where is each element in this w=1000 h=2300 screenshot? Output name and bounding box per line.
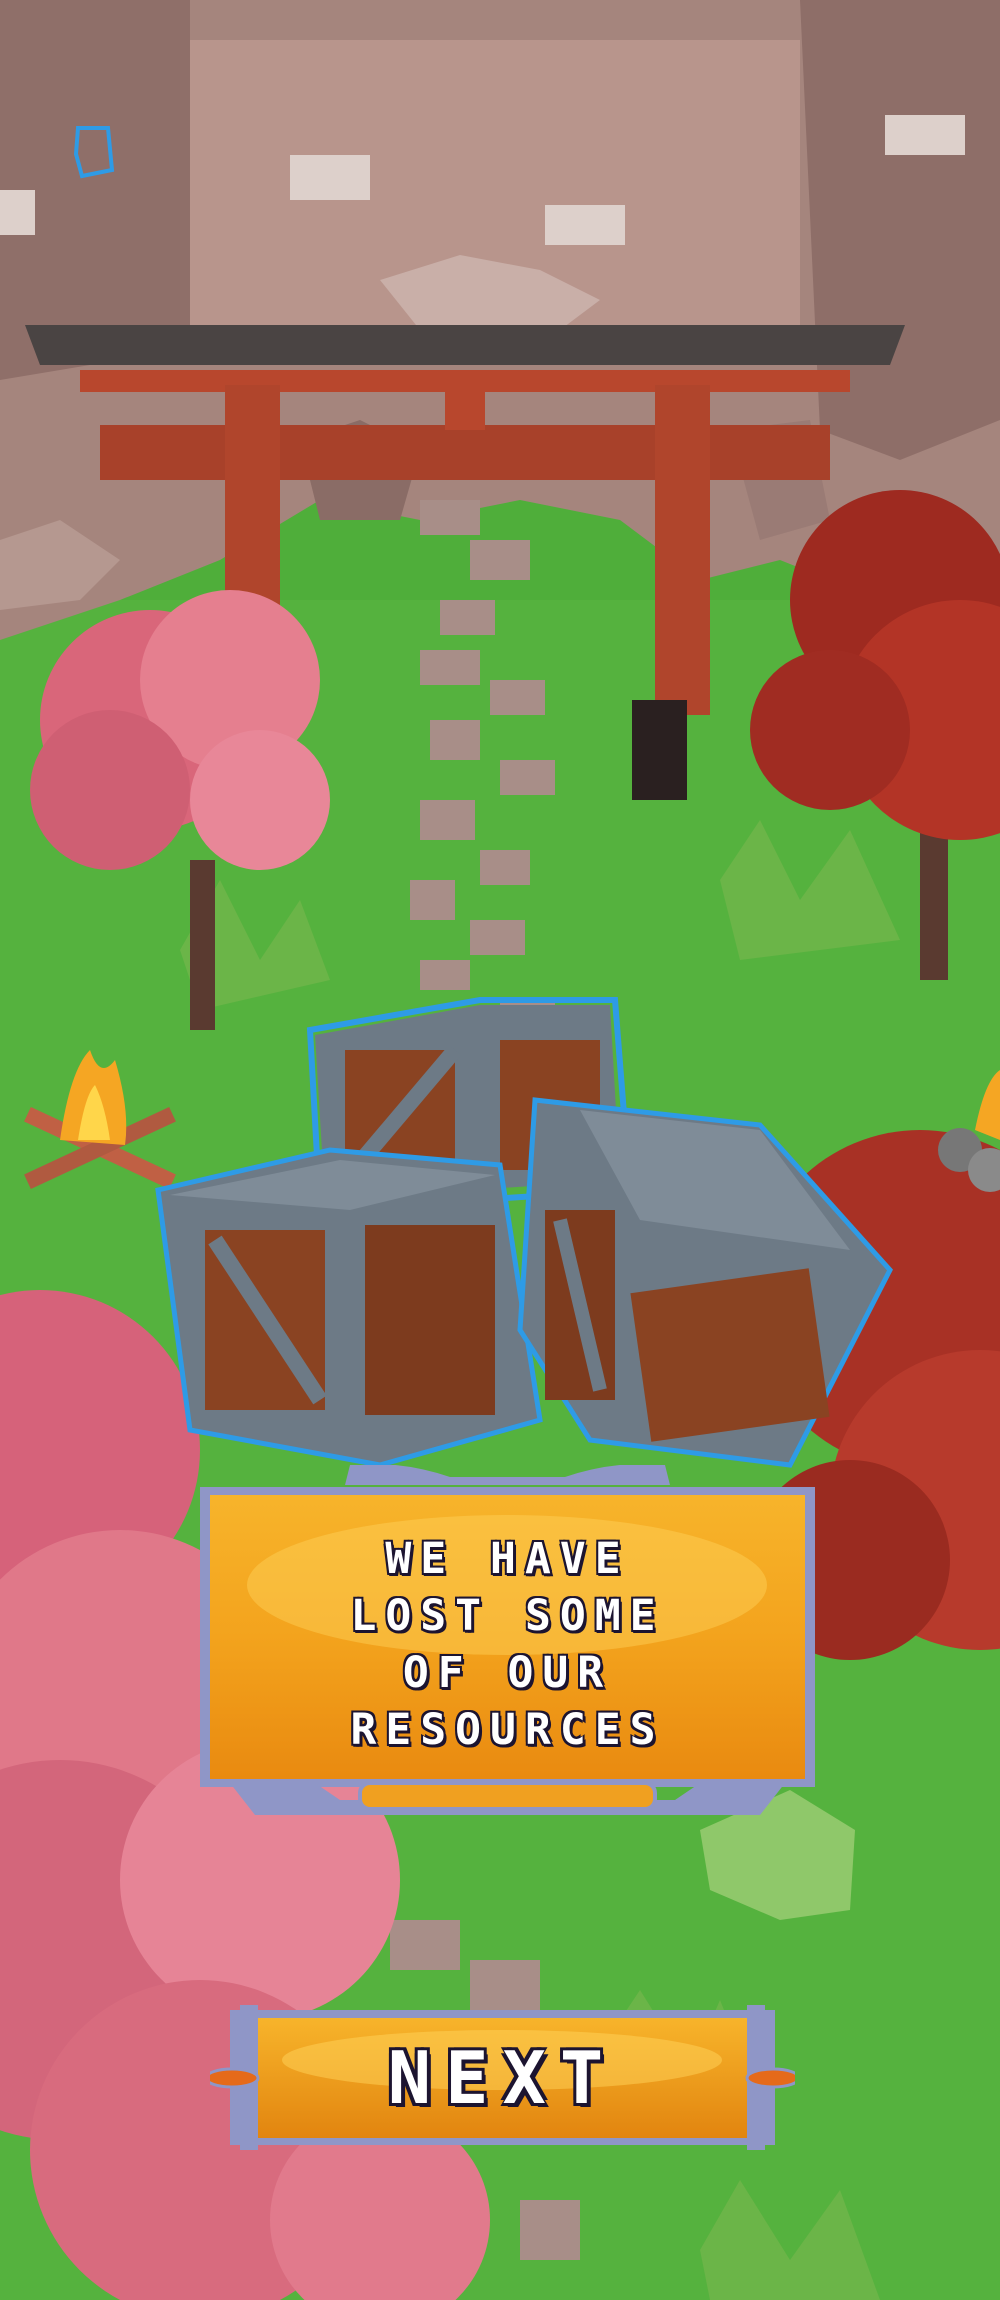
message-line: OF OUR [402, 1648, 613, 1698]
selection-marker-icon [73, 126, 115, 179]
crate-icon [155, 1147, 543, 1468]
crates-icon [155, 997, 894, 1468]
message-text: WE HAVE LOST SOME OF OUR RESOURCES [250, 1525, 765, 1765]
message-line: LOST SOME [350, 1591, 665, 1641]
message-line: RESOURCES [350, 1705, 665, 1755]
next-button-label: NEXT [387, 2035, 618, 2120]
message-line: WE HAVE [385, 1534, 630, 1584]
crate-icon [517, 1097, 894, 1468]
next-button[interactable]: NEXT [210, 2000, 795, 2155]
